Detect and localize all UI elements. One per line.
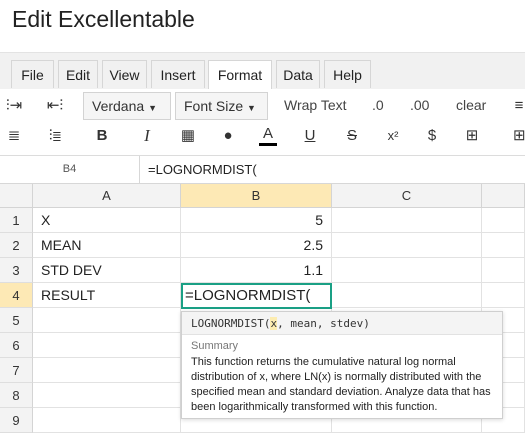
tab-help[interactable]: Help <box>324 60 371 88</box>
formula-bar: B4 =LOGNORMDIST( <box>0 156 525 184</box>
corner-header[interactable] <box>0 184 33 208</box>
row-header-6[interactable]: 6 <box>0 333 33 358</box>
row-header-9[interactable]: 9 <box>0 408 33 433</box>
align-justify-icon[interactable]: ≡ <box>513 97 525 115</box>
cell-a6[interactable] <box>33 333 181 358</box>
increase-decimal-button[interactable]: .00 <box>410 97 429 113</box>
cell-a2[interactable]: MEAN <box>33 233 181 258</box>
cell-c1[interactable] <box>332 208 482 233</box>
formula-input[interactable]: =LOGNORMDIST( <box>148 156 257 183</box>
cell-b3[interactable]: 1.1 <box>181 258 332 283</box>
underline-icon[interactable]: U <box>302 127 318 145</box>
decrease-decimal-button[interactable]: .0 <box>372 97 384 113</box>
menu-bar: File Edit View Insert Format Data Help <box>0 53 525 89</box>
cell-c3[interactable] <box>332 258 482 283</box>
cell-d1[interactable] <box>482 208 525 233</box>
cell-c2[interactable] <box>332 233 482 258</box>
column-header-c[interactable]: C <box>332 184 482 208</box>
cell-b1[interactable]: 5 <box>181 208 332 233</box>
superscript-icon[interactable]: x² <box>384 127 402 145</box>
chevron-down-icon: ▼ <box>247 103 256 113</box>
font-family-value: Verdana <box>92 98 145 114</box>
align-right-icon[interactable]: ⫶≣ <box>44 127 66 145</box>
cell-a3[interactable]: STD DEV <box>33 258 181 283</box>
wrap-text-button[interactable]: Wrap Text <box>284 97 347 113</box>
function-signature: LOGNORMDIST(x, mean, stdev) <box>182 312 502 335</box>
function-name: LOGNORMDIST( <box>191 317 271 330</box>
tab-format[interactable]: Format <box>208 60 272 89</box>
title-bar: Edit Excellentable <box>0 0 525 53</box>
borders-icon[interactable]: ▦ <box>179 127 197 145</box>
merge-cells-icon[interactable]: ⊞ <box>463 127 481 145</box>
cell-d3[interactable] <box>482 258 525 283</box>
summary-label: Summary <box>191 340 239 352</box>
italic-icon[interactable]: I <box>139 127 155 145</box>
cell-d2[interactable] <box>482 233 525 258</box>
cell-editor[interactable]: =LOGNORMDIST( <box>181 283 332 309</box>
tab-insert[interactable]: Insert <box>151 60 205 88</box>
cell-a5[interactable] <box>33 308 181 333</box>
text-color-icon[interactable]: A <box>259 125 277 146</box>
format-toolbar: ⫶⇥ ⇤⫶ Verdana ▼ Font Size ▼ Wrap Text .0… <box>0 89 525 156</box>
table-icon[interactable]: ⊞ <box>513 127 525 145</box>
align-left-icon[interactable]: ≣ <box>4 127 24 145</box>
function-description: This function returns the cumulative nat… <box>191 356 491 413</box>
chevron-down-icon: ▼ <box>148 103 157 113</box>
bold-icon[interactable]: B <box>94 127 110 145</box>
row-header-1[interactable]: 1 <box>0 208 33 233</box>
fill-color-icon[interactable]: ● <box>220 127 236 145</box>
remaining-arguments: , mean, stdev) <box>277 317 370 330</box>
cell-d4[interactable] <box>482 283 525 308</box>
cell-reference[interactable]: B4 <box>0 156 140 183</box>
tab-file[interactable]: File <box>11 60 54 88</box>
tab-view[interactable]: View <box>102 60 147 88</box>
cell-a4[interactable]: RESULT <box>33 283 181 308</box>
row-header-3[interactable]: 3 <box>0 258 33 283</box>
cell-c4[interactable] <box>332 283 482 308</box>
font-size-dropdown[interactable]: Font Size ▼ <box>175 92 268 120</box>
font-family-dropdown[interactable]: Verdana ▼ <box>83 92 171 120</box>
cell-a9[interactable] <box>33 408 181 433</box>
page-title: Edit Excellentable <box>12 6 195 32</box>
currency-icon[interactable]: $ <box>423 127 441 145</box>
row-header-5[interactable]: 5 <box>0 308 33 333</box>
row-header-2[interactable]: 2 <box>0 233 33 258</box>
insert-column-right-icon[interactable]: ⇤⫶ <box>44 97 66 115</box>
insert-column-left-icon[interactable]: ⫶⇥ <box>4 97 24 115</box>
cell-b2[interactable]: 2.5 <box>181 233 332 258</box>
row-header-7[interactable]: 7 <box>0 358 33 383</box>
cell-a8[interactable] <box>33 383 181 408</box>
column-header-b[interactable]: B <box>181 184 332 208</box>
row-header-8[interactable]: 8 <box>0 383 33 408</box>
cell-a1[interactable]: X <box>33 208 181 233</box>
cell-a7[interactable] <box>33 358 181 383</box>
column-header-a[interactable]: A <box>33 184 181 208</box>
tab-data[interactable]: Data <box>276 60 320 88</box>
clear-format-button[interactable]: clear <box>456 97 486 113</box>
font-size-value: Font Size <box>184 98 244 114</box>
column-header-d[interactable] <box>482 184 525 208</box>
row-header-4[interactable]: 4 <box>0 283 33 308</box>
tab-edit[interactable]: Edit <box>58 60 98 88</box>
strikethrough-icon[interactable]: S <box>344 127 360 145</box>
function-tooltip: LOGNORMDIST(x, mean, stdev) Summary This… <box>181 311 503 419</box>
